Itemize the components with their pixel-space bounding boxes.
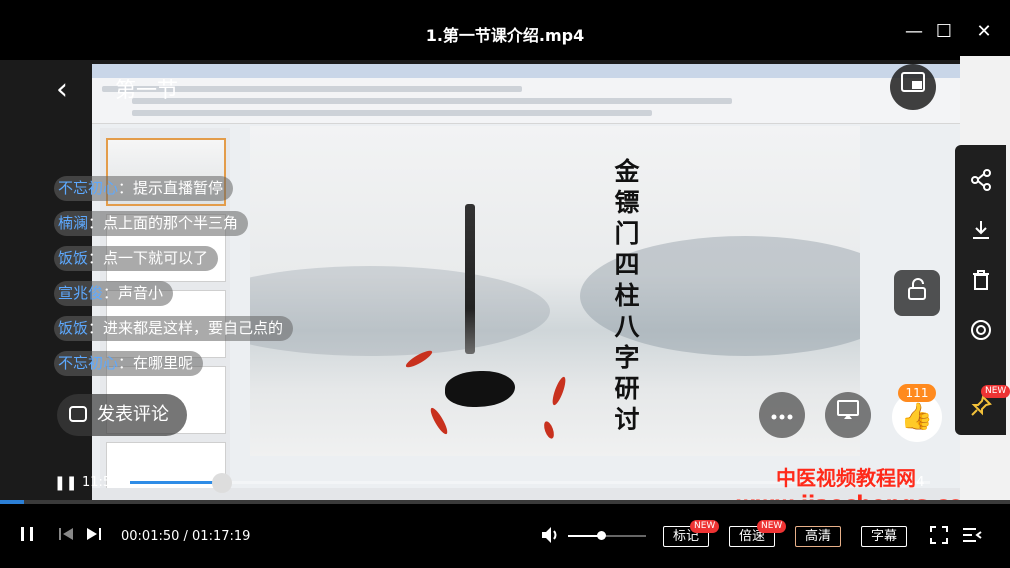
control-bar: 00:01:50 / 01:17:19 标记 NEW 倍速 NEW 高清 字幕 bbox=[0, 504, 1010, 568]
cast-button[interactable] bbox=[825, 392, 871, 438]
target-icon bbox=[971, 320, 991, 340]
danmu-item: 饭饭：点一下就可以了 bbox=[54, 246, 219, 271]
unlock-icon bbox=[908, 278, 926, 300]
new-badge: NEW bbox=[981, 385, 1010, 398]
volume-icon bbox=[542, 527, 557, 543]
fullscreen-icon bbox=[930, 526, 948, 544]
ppt-topbar bbox=[92, 64, 960, 78]
koi-fish-image bbox=[542, 420, 556, 440]
trash-icon bbox=[973, 270, 989, 290]
next-button[interactable] bbox=[86, 526, 102, 547]
danmu-item: 不忘初心：提示直播暂停 bbox=[54, 176, 234, 201]
ppt-ribbon bbox=[92, 78, 960, 124]
more-icon bbox=[771, 414, 793, 420]
back-button[interactable]: ‹ bbox=[56, 72, 68, 107]
brush-image bbox=[465, 204, 475, 354]
cast-icon bbox=[837, 400, 859, 419]
download-button[interactable] bbox=[967, 219, 995, 247]
new-badge: NEW bbox=[690, 520, 720, 533]
lesson-title: 第一节 bbox=[115, 78, 178, 102]
share-button[interactable] bbox=[967, 169, 995, 197]
fullscreen-button[interactable] bbox=[930, 526, 948, 549]
pip-icon bbox=[901, 72, 925, 92]
ink-splash-image bbox=[445, 371, 515, 407]
view-button[interactable] bbox=[967, 319, 995, 347]
download-icon bbox=[973, 221, 989, 239]
more-options-button[interactable] bbox=[759, 392, 805, 438]
close-button[interactable]: ✕ bbox=[970, 18, 998, 46]
thumbs-up-icon: 👍 bbox=[900, 402, 934, 432]
embedded-time: 11:56 bbox=[82, 475, 120, 490]
playlist-button[interactable] bbox=[962, 526, 982, 549]
koi-fish-image bbox=[550, 375, 568, 407]
like-count: 111 bbox=[898, 384, 936, 402]
danmu-list: 不忘初心：提示直播暂停 楠澜：点上面的那个半三角 饭饭：点一下就可以了 宣兆俊：… bbox=[54, 176, 294, 386]
delete-button[interactable] bbox=[967, 269, 995, 297]
danmu-item: 楠澜：点上面的那个半三角 bbox=[54, 211, 249, 236]
volume-knob[interactable] bbox=[597, 531, 606, 540]
pause-button[interactable] bbox=[20, 526, 34, 547]
playlist-icon bbox=[963, 528, 982, 542]
skip-next-icon bbox=[87, 528, 101, 540]
pause-icon bbox=[21, 527, 33, 541]
danmu-item: 饭饭：进来都是这样，要自己点的 bbox=[54, 316, 294, 341]
time-display: 00:01:50 / 01:17:19 bbox=[121, 529, 251, 544]
minimize-button[interactable]: — bbox=[900, 18, 928, 46]
danmu-item: 宣兆俊：声音小 bbox=[54, 281, 174, 306]
post-comment-button[interactable]: 发表评论 bbox=[57, 394, 187, 436]
side-toolbar: NEW bbox=[955, 145, 1010, 435]
pin-button[interactable] bbox=[967, 395, 995, 423]
danmu-item: 不忘初心：在哪里呢 bbox=[54, 351, 204, 376]
watermark-title: 中医视频教程网 bbox=[776, 466, 916, 490]
koi-fish-image bbox=[428, 406, 450, 436]
previous-button[interactable] bbox=[58, 526, 74, 547]
subtitle-button[interactable]: 字幕 bbox=[861, 526, 907, 547]
volume-button[interactable] bbox=[541, 526, 561, 549]
maximize-button[interactable]: ☐ bbox=[930, 18, 958, 46]
window-title: 1.第一节课介绍.mp4 bbox=[425, 26, 585, 45]
share-icon bbox=[971, 169, 991, 191]
title-bar: 1.第一节课介绍.mp4 — ☐ ✕ bbox=[0, 0, 1010, 60]
pin-icon bbox=[971, 395, 992, 416]
skip-previous-icon bbox=[59, 528, 73, 540]
embedded-pause-icon: ❚❚ bbox=[54, 475, 78, 491]
lock-screen-button[interactable] bbox=[894, 270, 940, 316]
new-badge: NEW bbox=[757, 520, 787, 533]
picture-in-picture-button[interactable] bbox=[890, 64, 936, 110]
comment-icon bbox=[69, 406, 87, 422]
quality-button[interactable]: 高清 bbox=[795, 526, 841, 547]
post-comment-label: 发表评论 bbox=[97, 404, 169, 425]
slide-title: 金镖门四柱八字研讨 bbox=[614, 157, 640, 434]
volume-slider[interactable] bbox=[568, 535, 646, 537]
embedded-progress-knob bbox=[212, 473, 232, 493]
